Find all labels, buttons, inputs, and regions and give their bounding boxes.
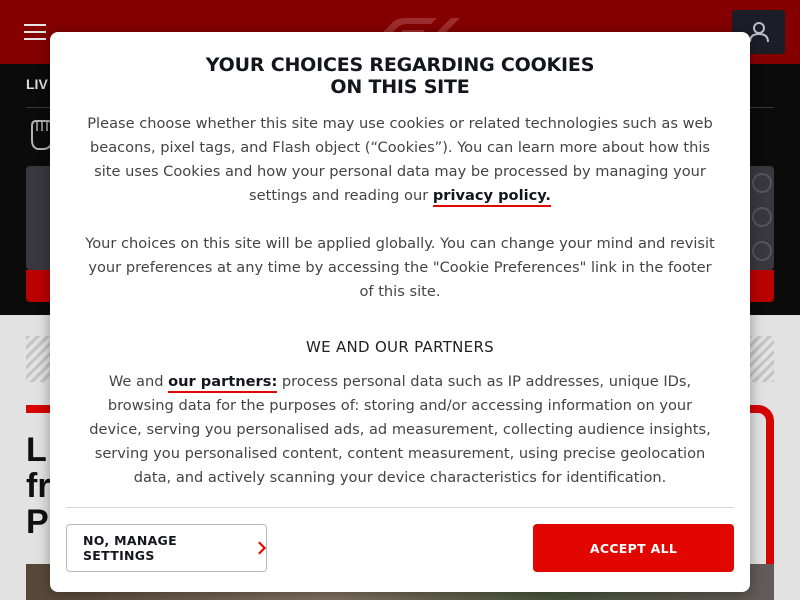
accept-all-button[interactable]: ACCEPT ALL	[533, 524, 734, 572]
intro-text: Please choose whether this site may use …	[87, 115, 713, 204]
cookie-consent-dialog: YOUR CHOICES REGARDING COOKIES ON THIS S…	[50, 32, 750, 592]
manage-settings-button[interactable]: NO, MANAGE SETTINGS	[66, 524, 267, 572]
dialog-title-line2: ON THIS SITE	[330, 76, 470, 98]
global-choices-paragraph: Your choices on this site will be applie…	[85, 235, 715, 300]
intro-paragraph: Please choose whether this site may use …	[80, 112, 720, 208]
partners-link[interactable]: our partners:	[168, 373, 278, 393]
partners-text-before: We and	[108, 373, 169, 390]
manage-settings-label: NO, MANAGE SETTINGS	[83, 533, 177, 563]
privacy-policy-link[interactable]: privacy policy.	[432, 187, 551, 207]
chevron-right-icon	[258, 541, 266, 555]
partners-heading: WE AND OUR PARTNERS	[305, 338, 495, 356]
dialog-title: YOUR CHOICES REGARDING COOKIES ON THIS S…	[80, 54, 720, 98]
dialog-divider	[66, 507, 734, 508]
dialog-title-line1: YOUR CHOICES REGARDING COOKIES	[205, 54, 595, 76]
accept-all-label: ACCEPT ALL	[589, 540, 678, 556]
partners-paragraph: We and our partners: process personal da…	[80, 370, 720, 490]
dialog-body: YOUR CHOICES REGARDING COOKIES ON THIS S…	[50, 32, 750, 507]
